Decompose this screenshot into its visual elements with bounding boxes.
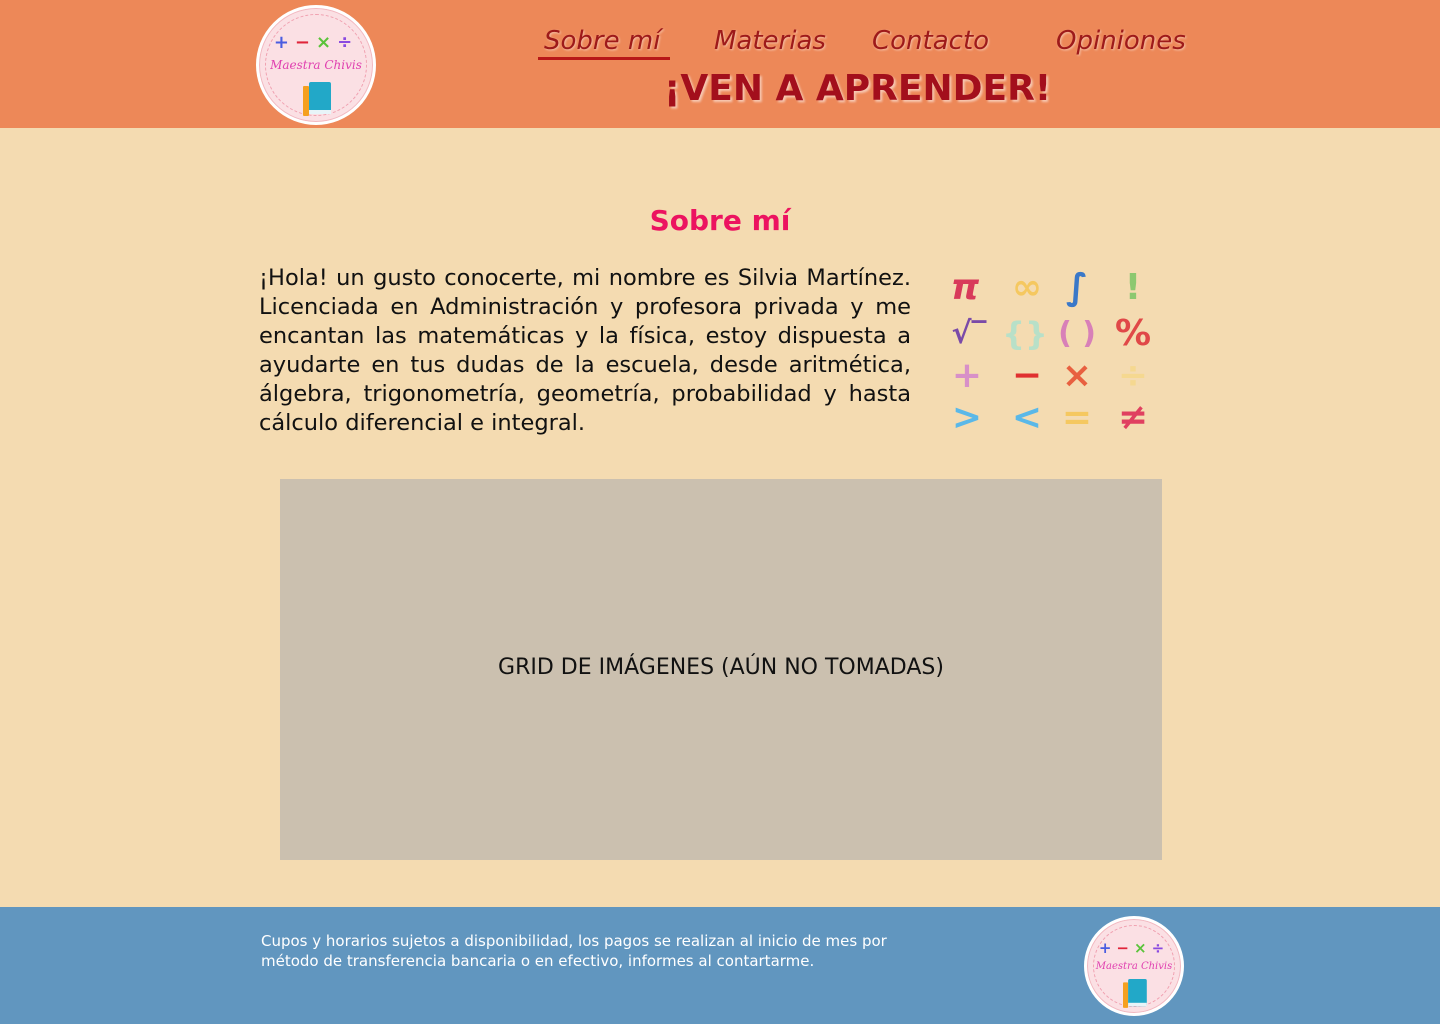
nav-opiniones[interactable]: Opiniones: [1056, 26, 1186, 56]
logo-name: Maestra Chivis: [270, 58, 362, 72]
site-footer: Cupos y horarios sujetos a disponibilida…: [0, 907, 1440, 1024]
infinity-icon: ∞: [1012, 267, 1042, 308]
logo-math-ops: +−×÷: [273, 32, 359, 53]
header-tagline: ¡VEN A APRENDER!: [664, 68, 1052, 109]
site-header: +−×÷ Maestra Chivis Sobre mí Materias Co…: [0, 0, 1440, 128]
nav-sobre-mi[interactable]: Sobre mí: [537, 26, 671, 60]
image-grid-placeholder: GRID DE IMÁGENES (AÚN NO TOMADAS): [280, 479, 1162, 860]
multiply-icon: ×: [1061, 355, 1093, 396]
greater-than-icon: >: [951, 397, 983, 438]
nav-materias[interactable]: Materias: [714, 26, 826, 56]
intro-paragraph: ¡Hola! un gusto conocerte, mi nombre es …: [259, 265, 911, 436]
percent-icon: %: [1114, 313, 1152, 354]
logo-math-ops: +−×÷: [1098, 939, 1170, 957]
braces-icon: {}: [1002, 315, 1048, 353]
pi-icon: π: [950, 267, 980, 308]
logo-name: Maestra Chivis: [1095, 961, 1173, 972]
not-equal-icon: ≠: [1117, 397, 1149, 438]
nav-contacto[interactable]: Contacto: [872, 26, 989, 56]
plus-icon: +: [951, 355, 983, 396]
integral-icon: ∫: [1066, 267, 1088, 308]
divide-icon: ÷: [1117, 355, 1149, 396]
book-icon: [1123, 979, 1149, 1008]
sqrt-icon: √‾: [951, 316, 987, 351]
factorial-icon: !: [1124, 267, 1142, 308]
math-symbols-image: π ∞ ∫ ! √‾ {} ( ) % + − × ÷ > < = ≠: [940, 266, 1170, 442]
minus-icon: −: [1011, 355, 1043, 396]
book-icon: [303, 82, 333, 116]
footer-note: Cupos y horarios sujetos a disponibilida…: [261, 932, 887, 970]
section-title: Sobre mí: [649, 204, 791, 237]
less-than-icon: <: [1011, 397, 1043, 438]
parentheses-icon: ( ): [1058, 316, 1096, 351]
site-logo[interactable]: +−×÷ Maestra Chivis: [256, 5, 376, 125]
footer-logo[interactable]: +−×÷ Maestra Chivis: [1084, 916, 1184, 1016]
image-grid-placeholder-text: GRID DE IMÁGENES (AÚN NO TOMADAS): [498, 655, 944, 680]
equals-icon: =: [1061, 397, 1093, 438]
